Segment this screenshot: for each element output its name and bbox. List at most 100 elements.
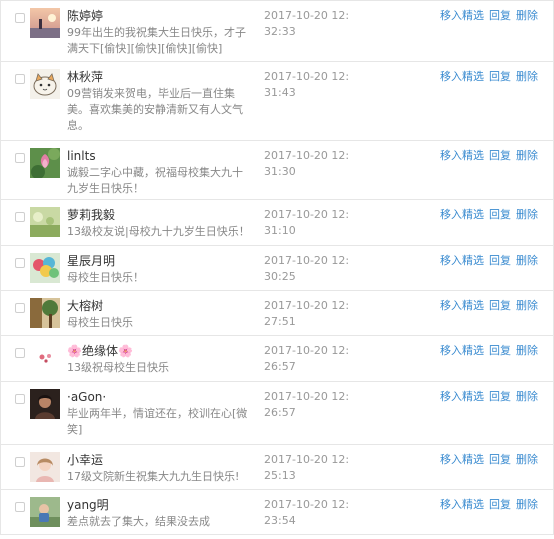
avatar-child-icon — [30, 497, 60, 527]
row-checkbox[interactable] — [15, 348, 25, 358]
comment-text: 母校生日快乐！ — [67, 271, 144, 284]
comment-list: 陈婷婷 99年出生的我祝集大生日快乐，才子满天下[偷快][偷快][偷快][偷快] 2… — [0, 0, 554, 535]
commenter-name: ·aGon· — [67, 390, 107, 404]
row-actions: 移入精选 回复 删除 — [440, 343, 543, 359]
comment-time: 2017-10-20 12:31:30 — [264, 149, 350, 178]
commenter-name: 🌸绝缘体🌸 — [67, 344, 133, 358]
commenter-name: 陈婷婷 — [67, 9, 104, 23]
row-checkbox[interactable] — [15, 502, 25, 512]
comment-row: 小幸运 17级文院新生祝集大九九生日快乐! 2017-10-20 12:25:13 移… — [1, 445, 553, 490]
reply-button[interactable]: 回复 — [489, 149, 511, 162]
comment-time: 2017-10-20 12:27:51 — [264, 299, 350, 328]
delete-button[interactable]: 删除 — [516, 9, 538, 22]
row-actions: 移入精选 回复 删除 — [440, 69, 543, 85]
row-checkbox[interactable] — [15, 394, 25, 404]
reply-button[interactable]: 回复 — [489, 254, 511, 267]
delete-button[interactable]: 删除 — [516, 344, 538, 357]
row-actions: 移入精选 回复 删除 — [440, 497, 543, 513]
row-checkbox[interactable] — [15, 258, 25, 268]
comment-text: 母校生日快乐 — [67, 316, 133, 329]
comment-row: 林秋萍 09营销发来贺电，毕业后一直住集美。喜欢集美的安静清新又有人文气息。 201… — [1, 62, 553, 141]
row-checkbox[interactable] — [15, 303, 25, 313]
feature-button[interactable]: 移入精选 — [440, 70, 484, 83]
delete-button[interactable]: 删除 — [516, 70, 538, 83]
comment-row: 星辰月明母校生日快乐！ 2017-10-20 12:30:25 移入精选 回复 删除 — [1, 246, 553, 291]
comment-time: 2017-10-20 12:26:57 — [264, 344, 350, 373]
comment-time: 2017-10-20 12:26:57 — [264, 390, 350, 419]
delete-button[interactable]: 删除 — [516, 208, 538, 221]
feature-button[interactable]: 移入精选 — [440, 498, 484, 511]
row-actions: 移入精选 回复 删除 — [440, 298, 543, 314]
row-checkbox[interactable] — [15, 13, 25, 23]
comment-text: 毕业两年半，情谊还在，校训在心[微笑] — [67, 407, 248, 436]
commenter-name: linlts — [67, 149, 96, 163]
avatar-sunset-icon — [30, 8, 60, 38]
comment-text: 诚毅二字心中藏，祝福母校集大九十九岁生日快乐！ — [67, 166, 243, 195]
row-actions: 移入精选 回复 删除 — [440, 148, 543, 164]
row-actions: 移入精选 回复 删除 — [440, 389, 543, 405]
row-actions: 移入精选 回复 删除 — [440, 207, 543, 223]
avatar-field-icon — [30, 207, 60, 237]
feature-button[interactable]: 移入精选 — [440, 344, 484, 357]
comment-text: 17级文院新生祝集大九九生日快乐! — [67, 470, 240, 483]
commenter-name: 星辰月明 — [67, 254, 116, 268]
reply-button[interactable]: 回复 — [489, 390, 511, 403]
commenter-name: 林秋萍 — [67, 70, 104, 84]
comment-row: 萝莉我毅 13级校友说|母校九十九岁生日快乐！ 2017-10-20 12:31:1… — [1, 200, 553, 246]
reply-button[interactable]: 回复 — [489, 9, 511, 22]
comment-text: 13级校友说|母校九十九岁生日快乐！ — [67, 225, 250, 238]
comment-text: 差点就去了集大，结果没去成 — [67, 515, 210, 528]
feature-button[interactable]: 移入精选 — [440, 9, 484, 22]
delete-button[interactable]: 删除 — [516, 390, 538, 403]
reply-button[interactable]: 回复 — [489, 299, 511, 312]
comment-text: 09营销发来贺电，毕业后一直住集美。喜欢集美的安静清新又有人文气息。 — [67, 87, 243, 132]
reply-button[interactable]: 回复 — [489, 344, 511, 357]
delete-button[interactable]: 删除 — [516, 254, 538, 267]
feature-button[interactable]: 移入精选 — [440, 390, 484, 403]
feature-button[interactable]: 移入精选 — [440, 149, 484, 162]
reply-button[interactable]: 回复 — [489, 70, 511, 83]
row-checkbox[interactable] — [15, 153, 25, 163]
avatar-flower-icon — [30, 343, 60, 373]
reply-button[interactable]: 回复 — [489, 208, 511, 221]
row-checkbox[interactable] — [15, 457, 25, 467]
comment-time: 2017-10-20 12:23:54 — [264, 498, 350, 527]
commenter-name: 大榕树 — [67, 299, 104, 313]
row-actions: 移入精选 回复 删除 — [440, 8, 543, 24]
delete-button[interactable]: 删除 — [516, 498, 538, 511]
commenter-name: 萝莉我毅 — [67, 208, 116, 222]
row-checkbox[interactable] — [15, 74, 25, 84]
comment-row: linlts 诚毅二字心中藏，祝福母校集大九十九岁生日快乐！ 2017-10-20 … — [1, 141, 553, 200]
comment-time: 2017-10-20 12:31:10 — [264, 208, 350, 237]
comment-time: 2017-10-20 12:30:25 — [264, 254, 350, 283]
avatar-balloons-icon — [30, 253, 60, 283]
comment-row: yang明差点就去了集大，结果没去成 2017-10-20 12:23:54 移入精… — [1, 490, 553, 535]
reply-button[interactable]: 回复 — [489, 453, 511, 466]
delete-button[interactable]: 删除 — [516, 149, 538, 162]
reply-button[interactable]: 回复 — [489, 498, 511, 511]
comment-time: 2017-10-20 12:25:13 — [264, 453, 350, 482]
delete-button[interactable]: 删除 — [516, 453, 538, 466]
feature-button[interactable]: 移入精选 — [440, 299, 484, 312]
row-checkbox[interactable] — [15, 212, 25, 222]
row-actions: 移入精选 回复 删除 — [440, 452, 543, 468]
comment-time: 2017-10-20 12:32:33 — [264, 9, 350, 38]
comment-row: 🌸绝缘体🌸 13级祝母校生日快乐 2017-10-20 12:26:57 移入精选 回复… — [1, 336, 553, 382]
avatar-tree-icon — [30, 298, 60, 328]
comment-time: 2017-10-20 12:31:43 — [264, 70, 350, 99]
comment-row: ·aGon· 毕业两年半，情谊还在，校训在心[微笑] 2017-10-20 12:2… — [1, 382, 553, 445]
delete-button[interactable]: 删除 — [516, 299, 538, 312]
avatar-cat-icon — [30, 69, 60, 99]
comment-text: 99年出生的我祝集大生日快乐，才子满天下[偷快][偷快][偷快][偷快] — [67, 26, 246, 55]
avatar-portrait-icon — [30, 389, 60, 419]
commenter-name: yang明 — [67, 498, 109, 512]
feature-button[interactable]: 移入精选 — [440, 254, 484, 267]
commenter-name: 小幸运 — [67, 453, 104, 467]
row-actions: 移入精选 回复 删除 — [440, 253, 543, 269]
feature-button[interactable]: 移入精选 — [440, 208, 484, 221]
comment-text: 13级祝母校生日快乐 — [67, 361, 169, 374]
avatar-lotus-icon — [30, 148, 60, 178]
avatar-girl-icon — [30, 452, 60, 482]
feature-button[interactable]: 移入精选 — [440, 453, 484, 466]
comment-row: 陈婷婷 99年出生的我祝集大生日快乐，才子满天下[偷快][偷快][偷快][偷快] 2… — [1, 0, 553, 62]
